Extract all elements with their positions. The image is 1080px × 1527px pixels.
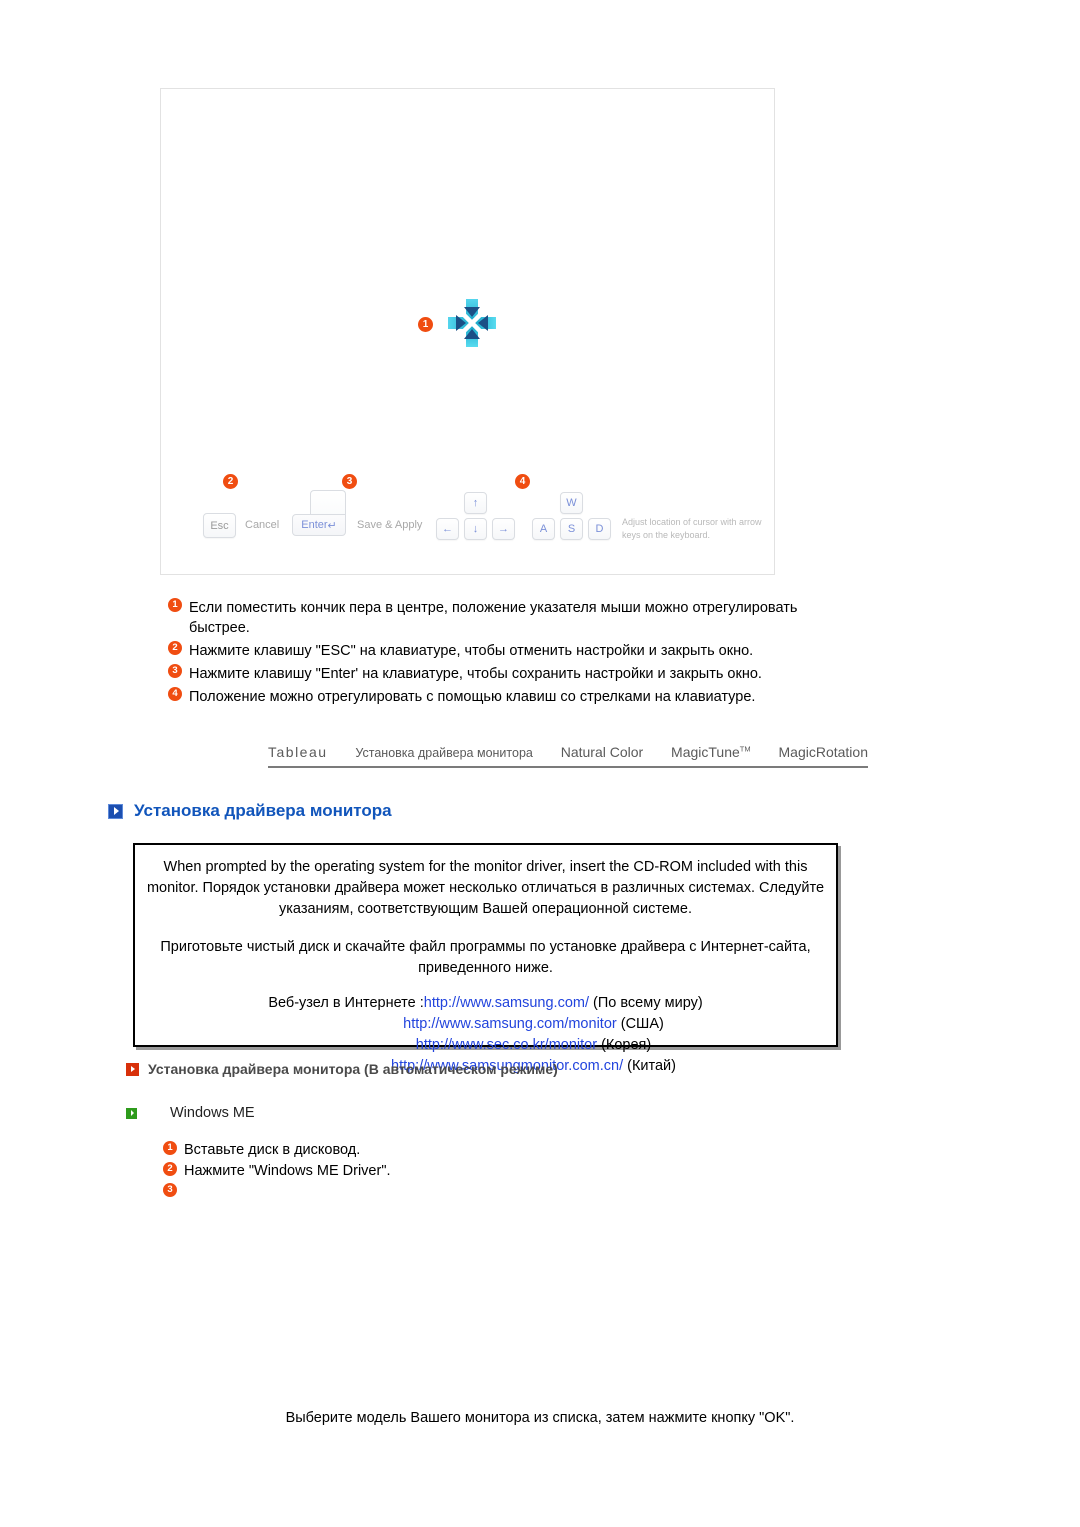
trademark-symbol: TM <box>739 744 751 754</box>
os-item-windows-me: Windows ME <box>126 1105 255 1121</box>
blue-arrow-icon <box>108 803 123 819</box>
navigation-tab-bar: Tableau Установка драйвера монитора Natu… <box>268 744 868 768</box>
tab-natural-color[interactable]: Natural Color <box>561 744 643 760</box>
url-row: http://www.samsung.com/monitor (США) <box>145 1014 826 1035</box>
url-row: Веб-узел в Интернете :http://www.samsung… <box>145 993 826 1014</box>
step-badge: 3 <box>163 1183 177 1197</box>
illustration-panel: 1 2 3 4 Esc Cancel Enter ↵ Save & Apply … <box>160 88 775 575</box>
enter-key-top <box>310 490 346 516</box>
step-text: Нажмите "Windows ME Driver". <box>184 1163 391 1179</box>
list-item: 2 Нажмите клавишу "ESC" на клавиатуре, ч… <box>168 641 848 661</box>
os-item-label: Windows ME <box>170 1105 255 1121</box>
url-link-korea[interactable]: http://www.sec.co.kr/monitor <box>416 1037 597 1053</box>
url-region-usa: (США) <box>620 1016 664 1032</box>
step-badge: 1 <box>163 1141 177 1155</box>
subsection-heading-label: Установка драйвера монитора (В автоматич… <box>148 1061 558 1077</box>
esc-key: Esc <box>203 513 236 538</box>
w-key: W <box>560 492 583 514</box>
step-text: Вставьте диск в дисковод. <box>184 1142 361 1158</box>
step-badge: 1 <box>168 598 182 612</box>
enter-key-joint <box>311 515 345 518</box>
list-item: 3 <box>163 1183 663 1197</box>
tab-monitor-driver-install[interactable]: Установка драйвера монитора <box>355 746 532 760</box>
esc-key-caption: Cancel <box>245 519 280 531</box>
url-row: http://www.sec.co.kr/monitor (Корея) <box>145 1035 826 1056</box>
step-badge: 3 <box>168 664 182 678</box>
step-badge-2: 2 <box>223 474 238 489</box>
step-badge: 2 <box>168 641 182 655</box>
enter-key-caption: Save & Apply <box>357 519 423 531</box>
step-text: Нажмите клавишу "Enter' на клавиатуре, ч… <box>189 666 762 682</box>
cursor-adjust-illustration: 1 <box>418 295 508 355</box>
step-badge-3: 3 <box>342 474 357 489</box>
driver-info-box: When prompted by the operating system fo… <box>133 843 838 1074</box>
arrow-right-key: → <box>492 518 515 540</box>
page-title: Установка драйвера монитора <box>108 801 392 821</box>
a-key: A <box>532 518 555 540</box>
move-crosshair-icon <box>444 295 500 356</box>
d-key: D <box>588 518 611 540</box>
tab-tableau[interactable]: Tableau <box>268 744 328 760</box>
keyboard-shortcut-legend: 2 3 4 Esc Cancel Enter ↵ Save & Apply ↑ ←… <box>185 474 765 554</box>
arrow-keys-caption: Adjust location of cursor with arrow key… <box>622 517 762 540</box>
step-text: Нажмите клавишу "ESC" на клавиатуре, что… <box>189 643 754 659</box>
green-arrow-icon <box>126 1107 137 1119</box>
url-region-korea: (Корея) <box>601 1037 652 1053</box>
url-list-label: Веб-узел в Интернете : <box>268 995 424 1011</box>
arrow-up-key: ↑ <box>464 492 487 514</box>
list-item: 1 Вставьте диск в дисковод. <box>163 1141 663 1160</box>
bottom-note: Выберите модель Вашего монитора из списк… <box>285 1410 795 1426</box>
list-item: 2 Нажмите "Windows ME Driver". <box>163 1162 663 1181</box>
install-step-list: 1 Вставьте диск в дисковод. 2 Нажмите "W… <box>163 1141 663 1199</box>
instruction-step-list: 1 Если поместить кончик пера в центре, п… <box>168 598 848 710</box>
tab-magictune-label: MagicTune <box>671 744 740 760</box>
step-badge: 2 <box>163 1162 177 1176</box>
tab-magictune[interactable]: MagicTuneTM <box>671 744 751 760</box>
list-item: 1 Если поместить кончик пера в центре, п… <box>168 598 848 638</box>
step-badge-1: 1 <box>418 317 433 332</box>
url-link-worldwide[interactable]: http://www.samsung.com/ <box>424 995 589 1011</box>
subsection-heading: Установка драйвера монитора (В автоматич… <box>126 1061 558 1077</box>
arrow-left-key: ← <box>436 518 459 540</box>
step-text: Если поместить кончик пера в центре, пол… <box>189 600 798 636</box>
arrow-down-key: ↓ <box>464 518 487 540</box>
enter-key-symbol: ↵ <box>327 519 337 532</box>
red-arrow-icon <box>126 1062 139 1076</box>
s-key: S <box>560 518 583 540</box>
step-text: Положение можно отрегулировать с помощью… <box>189 689 756 705</box>
list-item: 3 Нажмите клавишу "Enter' на клавиатуре,… <box>168 664 848 684</box>
page-title-label: Установка драйвера монитора <box>134 801 392 820</box>
url-region-china: (Китай) <box>627 1058 676 1074</box>
enter-key: Enter ↵ <box>292 490 346 536</box>
tab-magicrotation[interactable]: MagicRotation <box>779 744 869 760</box>
url-link-usa[interactable]: http://www.samsung.com/monitor <box>403 1016 617 1032</box>
step-badge: 4 <box>168 687 182 701</box>
info-paragraph-1: When prompted by the operating system fo… <box>146 859 825 917</box>
url-region-worldwide: (По всему миру) <box>593 995 703 1011</box>
step-badge-4: 4 <box>515 474 530 489</box>
info-paragraph-2: Приготовьте чистый диск и скачайте файл … <box>160 939 811 976</box>
enter-key-label: Enter <box>301 519 328 531</box>
list-item: 4 Положение можно отрегулировать с помощ… <box>168 687 848 707</box>
